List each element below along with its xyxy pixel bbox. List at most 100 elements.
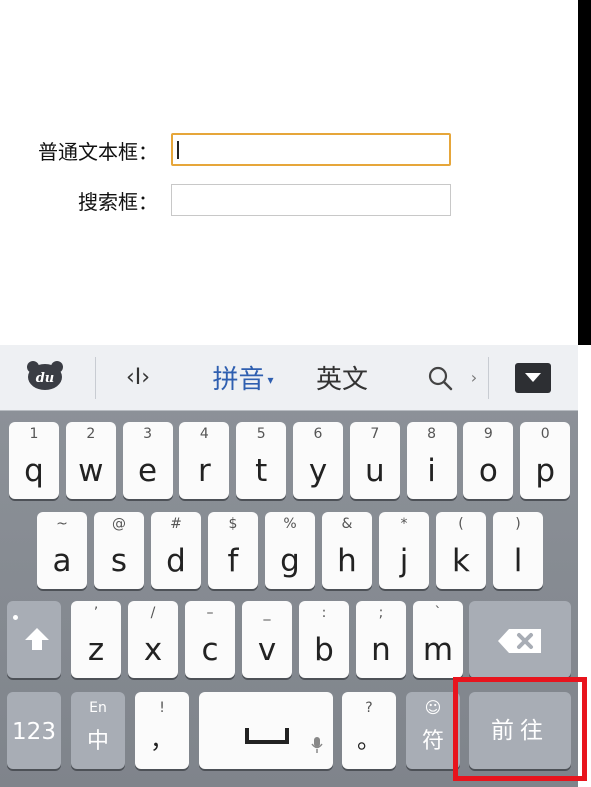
key-label: a bbox=[52, 543, 72, 579]
key-h[interactable]: & h bbox=[322, 512, 372, 589]
key-secondary-label: 9 bbox=[483, 426, 493, 442]
key-label: c bbox=[201, 632, 219, 668]
key-secondary-label: 0 bbox=[540, 426, 550, 442]
key-t[interactable]: 5t bbox=[236, 422, 287, 499]
backspace-icon bbox=[498, 629, 541, 653]
backspace-key[interactable] bbox=[469, 601, 571, 678]
key-label: v bbox=[257, 632, 277, 668]
key-secondary-label: % bbox=[283, 516, 297, 532]
key-label: r bbox=[198, 453, 211, 489]
key-secondary-label: 2 bbox=[86, 426, 96, 442]
key-secondary-label: 5 bbox=[256, 426, 266, 442]
key-label: o bbox=[478, 453, 498, 489]
key-label: p bbox=[535, 453, 556, 489]
key-s[interactable]: @ s bbox=[94, 512, 144, 589]
chevron-right-icon[interactable]: › bbox=[464, 345, 484, 410]
key-j[interactable]: * j bbox=[379, 512, 429, 589]
key-label: n bbox=[371, 632, 391, 668]
key-label: z bbox=[87, 632, 105, 668]
smiley-icon: ☺ bbox=[424, 698, 442, 717]
hide-keyboard-button[interactable] bbox=[515, 363, 551, 393]
key-q[interactable]: 1q bbox=[9, 422, 59, 499]
comma-key[interactable]: ! ， bbox=[135, 692, 189, 769]
symbol-key[interactable]: ☺ 符 bbox=[406, 692, 460, 769]
key-y[interactable]: 6y bbox=[293, 422, 343, 499]
key-label: d bbox=[166, 543, 186, 579]
baidu-ime-keyboard: du ‹I› 拼音 ▾ 英文 › 1q2w3e4r5t6y7u8i9o0p ~ a… bbox=[0, 345, 578, 787]
key-g[interactable]: % g bbox=[265, 512, 315, 589]
key-l[interactable]: ) l bbox=[493, 512, 543, 589]
key-r[interactable]: 4r bbox=[179, 422, 230, 499]
key-secondary-label: ~ bbox=[56, 516, 68, 532]
space-key[interactable] bbox=[199, 692, 333, 769]
go-key[interactable]: 前往 bbox=[469, 692, 571, 769]
cursor-move-icon[interactable]: ‹I› bbox=[116, 345, 160, 410]
key-label: i bbox=[427, 453, 436, 489]
key-o[interactable]: 9o bbox=[463, 422, 514, 499]
key-secondary-label: # bbox=[170, 516, 182, 532]
key-d[interactable]: # d bbox=[151, 512, 201, 589]
key-secondary-label: ) bbox=[515, 516, 521, 532]
pinyin-dropdown-icon: ▾ bbox=[267, 372, 274, 387]
english-mode-button[interactable]: 英文 bbox=[306, 345, 378, 410]
key-w[interactable]: 2w bbox=[65, 422, 116, 499]
key-label: w bbox=[78, 453, 104, 489]
svg-text:du: du bbox=[36, 371, 55, 386]
key-label: j bbox=[399, 543, 409, 579]
key-p[interactable]: 0p bbox=[520, 422, 571, 499]
key-secondary-label: ’ bbox=[93, 605, 99, 621]
key-m[interactable]: ` m bbox=[413, 601, 463, 678]
key-secondary-label: – bbox=[206, 605, 214, 621]
number-mode-key[interactable]: 123 bbox=[7, 692, 61, 769]
key-secondary-label: ; bbox=[378, 605, 384, 621]
search-row: 搜索框： bbox=[0, 183, 162, 217]
key-e[interactable]: 3e bbox=[122, 422, 173, 499]
key-label: m bbox=[422, 632, 454, 668]
key-label: g bbox=[280, 543, 300, 579]
pinyin-label: 拼音 bbox=[212, 365, 265, 395]
key-label: s bbox=[110, 543, 128, 579]
key-label: k bbox=[452, 543, 470, 579]
language-switch-key[interactable]: En 中 bbox=[71, 692, 125, 769]
key-z[interactable]: ’ z bbox=[71, 601, 121, 678]
search-input[interactable] bbox=[171, 184, 451, 216]
baidu-du-logo-icon[interactable]: du bbox=[26, 360, 64, 390]
key-x[interactable]: / x bbox=[128, 601, 178, 678]
shift-arrow-icon bbox=[25, 628, 49, 650]
key-secondary-label: 3 bbox=[143, 426, 153, 442]
pinyin-mode-button[interactable]: 拼音 ▾ bbox=[200, 345, 286, 410]
key-secondary-label: 4 bbox=[199, 426, 209, 442]
key-label: t bbox=[255, 453, 268, 489]
period-key[interactable]: ? 。 bbox=[342, 692, 396, 769]
microphone-icon[interactable] bbox=[311, 736, 323, 754]
key-secondary-label: : bbox=[321, 605, 327, 621]
key-a[interactable]: ~ a bbox=[37, 512, 87, 589]
key-i[interactable]: 8i bbox=[406, 422, 457, 499]
key-secondary-label: 7 bbox=[370, 426, 380, 442]
key-secondary-label: 8 bbox=[427, 426, 437, 442]
key-label: f bbox=[227, 543, 239, 579]
key-v[interactable]: _ v bbox=[242, 601, 292, 678]
key-b[interactable]: :b bbox=[299, 601, 349, 678]
key-c[interactable]: – c bbox=[185, 601, 235, 678]
shift-key[interactable] bbox=[7, 601, 61, 678]
key-label: l bbox=[513, 543, 523, 579]
key-secondary-label: _ bbox=[263, 605, 271, 621]
key-secondary-label: * bbox=[400, 516, 408, 532]
key-label: h bbox=[337, 543, 357, 579]
key-label: b bbox=[314, 632, 334, 668]
key-secondary-label: @ bbox=[112, 516, 126, 532]
key-n[interactable]: ; n bbox=[356, 601, 406, 678]
key-secondary-label: 6 bbox=[313, 426, 323, 442]
window-edge bbox=[578, 0, 591, 345]
space-bar-icon bbox=[245, 728, 289, 744]
key-label: u bbox=[364, 453, 385, 489]
normal-text-input[interactable] bbox=[171, 133, 451, 166]
key-u[interactable]: 7u bbox=[349, 422, 400, 499]
key-secondary-label: 1 bbox=[29, 426, 39, 442]
search-icon[interactable] bbox=[422, 345, 458, 410]
key-label: q bbox=[24, 453, 44, 489]
key-label: e bbox=[138, 453, 158, 489]
key-f[interactable]: $ f bbox=[208, 512, 258, 589]
key-k[interactable]: (k bbox=[436, 512, 486, 589]
